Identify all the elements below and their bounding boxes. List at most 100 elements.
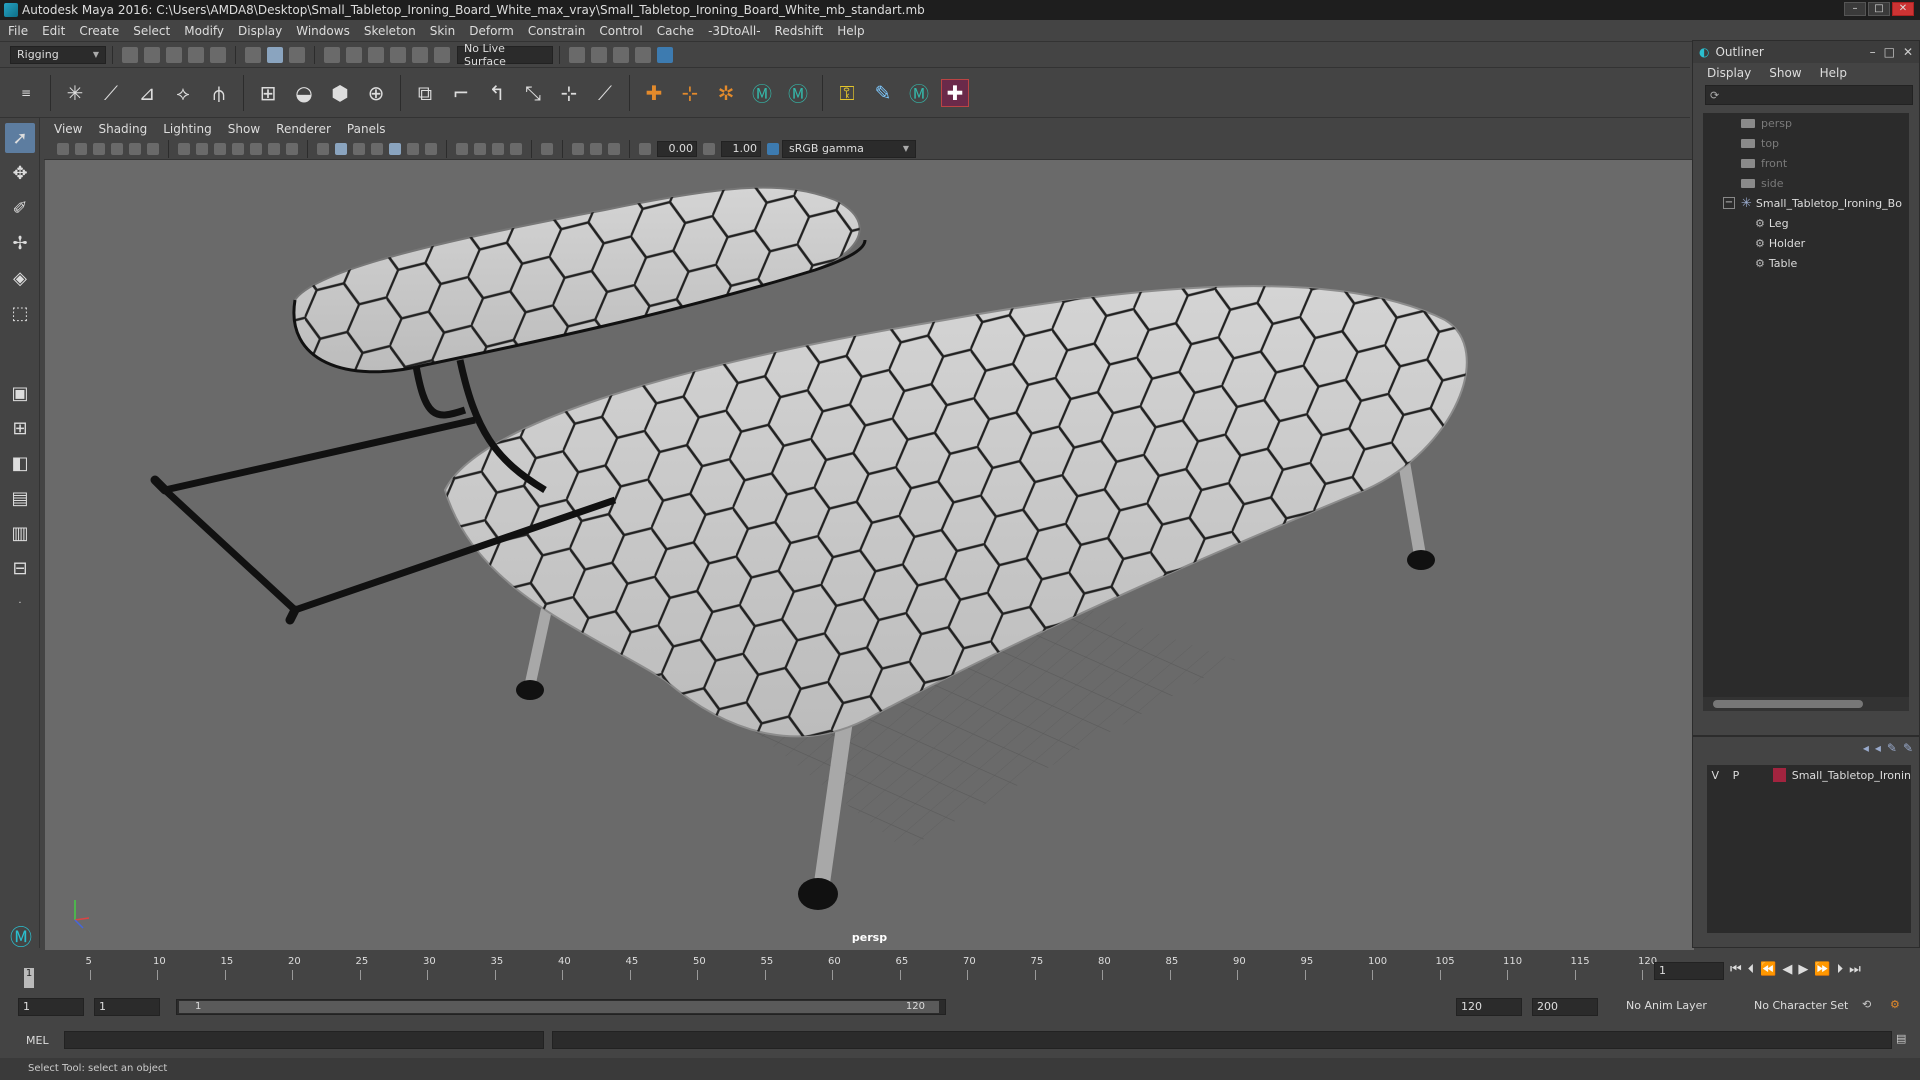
menu-modify[interactable]: Modify [184, 24, 224, 38]
minimize-button[interactable]: – [1844, 2, 1866, 16]
ipr-render-icon[interactable] [591, 46, 607, 63]
step-forward-icon[interactable]: ⏵ [1837, 962, 1844, 977]
lattice-icon[interactable]: ◒ [290, 79, 318, 107]
cluster-icon[interactable]: ⊞ [254, 79, 282, 107]
new-scene-icon[interactable] [122, 46, 138, 63]
select-object-icon[interactable] [267, 46, 283, 63]
hypershade-layout-icon[interactable]: ▥ [5, 518, 35, 548]
shelf-menu-icon[interactable]: ≡ [12, 79, 40, 107]
wireframe-on-shaded-icon[interactable] [353, 142, 365, 155]
step-forward-key-icon[interactable]: ⏩ [1814, 962, 1830, 977]
layer-color-swatch[interactable] [1772, 768, 1786, 782]
bind-skin-icon[interactable]: ⧉ [411, 79, 439, 107]
wrap-icon[interactable]: ⬢ [326, 79, 354, 107]
character-set-dropdown[interactable]: No Character Set [1750, 998, 1860, 1016]
move-layer-down-icon[interactable]: ◂ [1875, 741, 1881, 755]
move-tool-icon[interactable]: ✢ [5, 228, 35, 258]
play-backwards-icon[interactable]: ◀ [1782, 962, 1792, 977]
anim-prefs-icon[interactable]: ⚙ [1890, 998, 1900, 1011]
grease-pencil-icon[interactable] [147, 142, 159, 155]
close-button[interactable]: ✕ [1892, 2, 1914, 16]
scale-constraint-icon[interactable]: Ⓜ [784, 79, 812, 107]
auto-key-icon[interactable]: ⟲ [1862, 998, 1871, 1011]
script-editor-icon[interactable]: ▤ [1896, 1032, 1906, 1045]
step-back-key-icon[interactable]: ⏪ [1760, 962, 1776, 977]
tree-item-group[interactable]: − ✳ Small_Tabletop_Ironing_Bo [1703, 193, 1909, 213]
menu-skin[interactable]: Skin [430, 24, 456, 38]
playback-end-field[interactable]: 120 [1456, 998, 1522, 1016]
current-frame-marker[interactable]: 1 [24, 968, 34, 988]
maximize-button[interactable]: □ [1868, 2, 1890, 16]
anim-layer-dropdown[interactable]: No Anim Layer [1622, 998, 1742, 1016]
panel-menu-show[interactable]: Show [228, 122, 260, 136]
gate-mask-icon[interactable] [232, 142, 244, 155]
tree-item-leg[interactable]: ⚙ Leg [1703, 213, 1909, 233]
outliner-search-input[interactable]: ⟳ [1705, 85, 1913, 105]
outliner-hscroll[interactable] [1703, 697, 1909, 711]
smooth-bind-icon[interactable]: ⌐ [447, 79, 475, 107]
live-surface-field[interactable]: No Live Surface [457, 42, 553, 68]
layer-playback-toggle[interactable]: P [1728, 769, 1745, 782]
mirror-joint-icon[interactable]: ⫛ [205, 79, 233, 107]
scale-tool-icon[interactable]: ⬚ [5, 298, 35, 328]
motion-blur-icon[interactable] [474, 142, 486, 155]
ik-spline-icon[interactable]: ⊿ [133, 79, 161, 107]
detach-skin-icon[interactable]: ⊹ [555, 79, 583, 107]
snap-point-icon[interactable] [368, 46, 384, 63]
anti-aliasing-icon[interactable] [492, 142, 504, 155]
new-layer-selected-icon[interactable]: ✎ [1903, 741, 1913, 755]
orient-constraint-icon[interactable]: ✲ [712, 79, 740, 107]
field-chart-icon[interactable] [250, 142, 262, 155]
render-settings-icon[interactable] [613, 46, 629, 63]
sculpt-icon[interactable]: ⊕ [362, 79, 390, 107]
tree-item-top[interactable]: top [1703, 133, 1909, 153]
panel-menu-shading[interactable]: Shading [98, 122, 147, 136]
fit-view-icon[interactable] [608, 142, 620, 155]
image-plane-icon[interactable] [111, 142, 123, 155]
snap-pivot-icon[interactable] [434, 46, 450, 63]
move-layer-up-icon[interactable]: ◂ [1863, 741, 1869, 755]
menu-edit[interactable]: Edit [42, 24, 65, 38]
resolution-gate-icon[interactable] [214, 142, 226, 155]
use-all-lights-icon[interactable] [389, 142, 401, 155]
menu-control[interactable]: Control [599, 24, 642, 38]
exposure-field[interactable]: 0.00 [657, 140, 697, 157]
more-layouts-icon[interactable]: · [5, 588, 35, 618]
menu-cache[interactable]: Cache [657, 24, 694, 38]
select-tool-icon[interactable]: ➚ [5, 123, 35, 153]
hik-icon[interactable]: Ⓜ [905, 79, 933, 107]
tree-item-front[interactable]: front [1703, 153, 1909, 173]
depth-of-field-icon[interactable] [510, 142, 522, 155]
go-to-start-icon[interactable]: ⏮ [1730, 962, 1742, 977]
range-bar[interactable]: 1 120 [176, 999, 946, 1015]
panel-menu-renderer[interactable]: Renderer [276, 122, 331, 136]
playback-start-field[interactable]: 1 [94, 998, 160, 1016]
layer-row[interactable]: V P Small_Tabletop_Ironin [1707, 765, 1911, 785]
menu-select[interactable]: Select [133, 24, 170, 38]
menu-redshift[interactable]: Redshift [775, 24, 824, 38]
undo-icon[interactable] [188, 46, 204, 63]
menu-windows[interactable]: Windows [296, 24, 350, 38]
snap-grid-icon[interactable] [324, 46, 340, 63]
menu-display[interactable]: Display [238, 24, 282, 38]
menu-deform[interactable]: Deform [469, 24, 514, 38]
go-to-end-icon[interactable]: ⏭ [1849, 962, 1861, 977]
view-transform-dropdown[interactable]: sRGB gamma ▼ [782, 139, 916, 158]
xray-icon[interactable] [425, 142, 437, 155]
rigid-bind-icon[interactable]: ↰ [483, 79, 511, 107]
step-back-icon[interactable]: ⏴ [1748, 962, 1755, 977]
2d-pan-icon[interactable] [129, 142, 141, 155]
aim-constraint-icon[interactable]: ⊹ [676, 79, 704, 107]
set-driven-key-icon[interactable]: ⚿ [833, 79, 861, 107]
quick-rig-icon[interactable]: ✚ [941, 78, 969, 107]
viewport-persp[interactable]: persp [45, 160, 1694, 950]
safe-title-icon[interactable] [286, 142, 298, 155]
outliner-close-button[interactable]: ✕ [1903, 45, 1913, 59]
persp-graph-layout-icon[interactable]: ▤ [5, 483, 35, 513]
save-scene-icon[interactable] [166, 46, 182, 63]
four-view-layout-icon[interactable]: ⊞ [5, 413, 35, 443]
select-hierarchy-icon[interactable] [245, 46, 261, 63]
single-perspective-layout-icon[interactable]: ▣ [5, 378, 35, 408]
isolate-select-icon[interactable] [541, 142, 553, 155]
camera-attr-icon[interactable] [75, 142, 87, 155]
